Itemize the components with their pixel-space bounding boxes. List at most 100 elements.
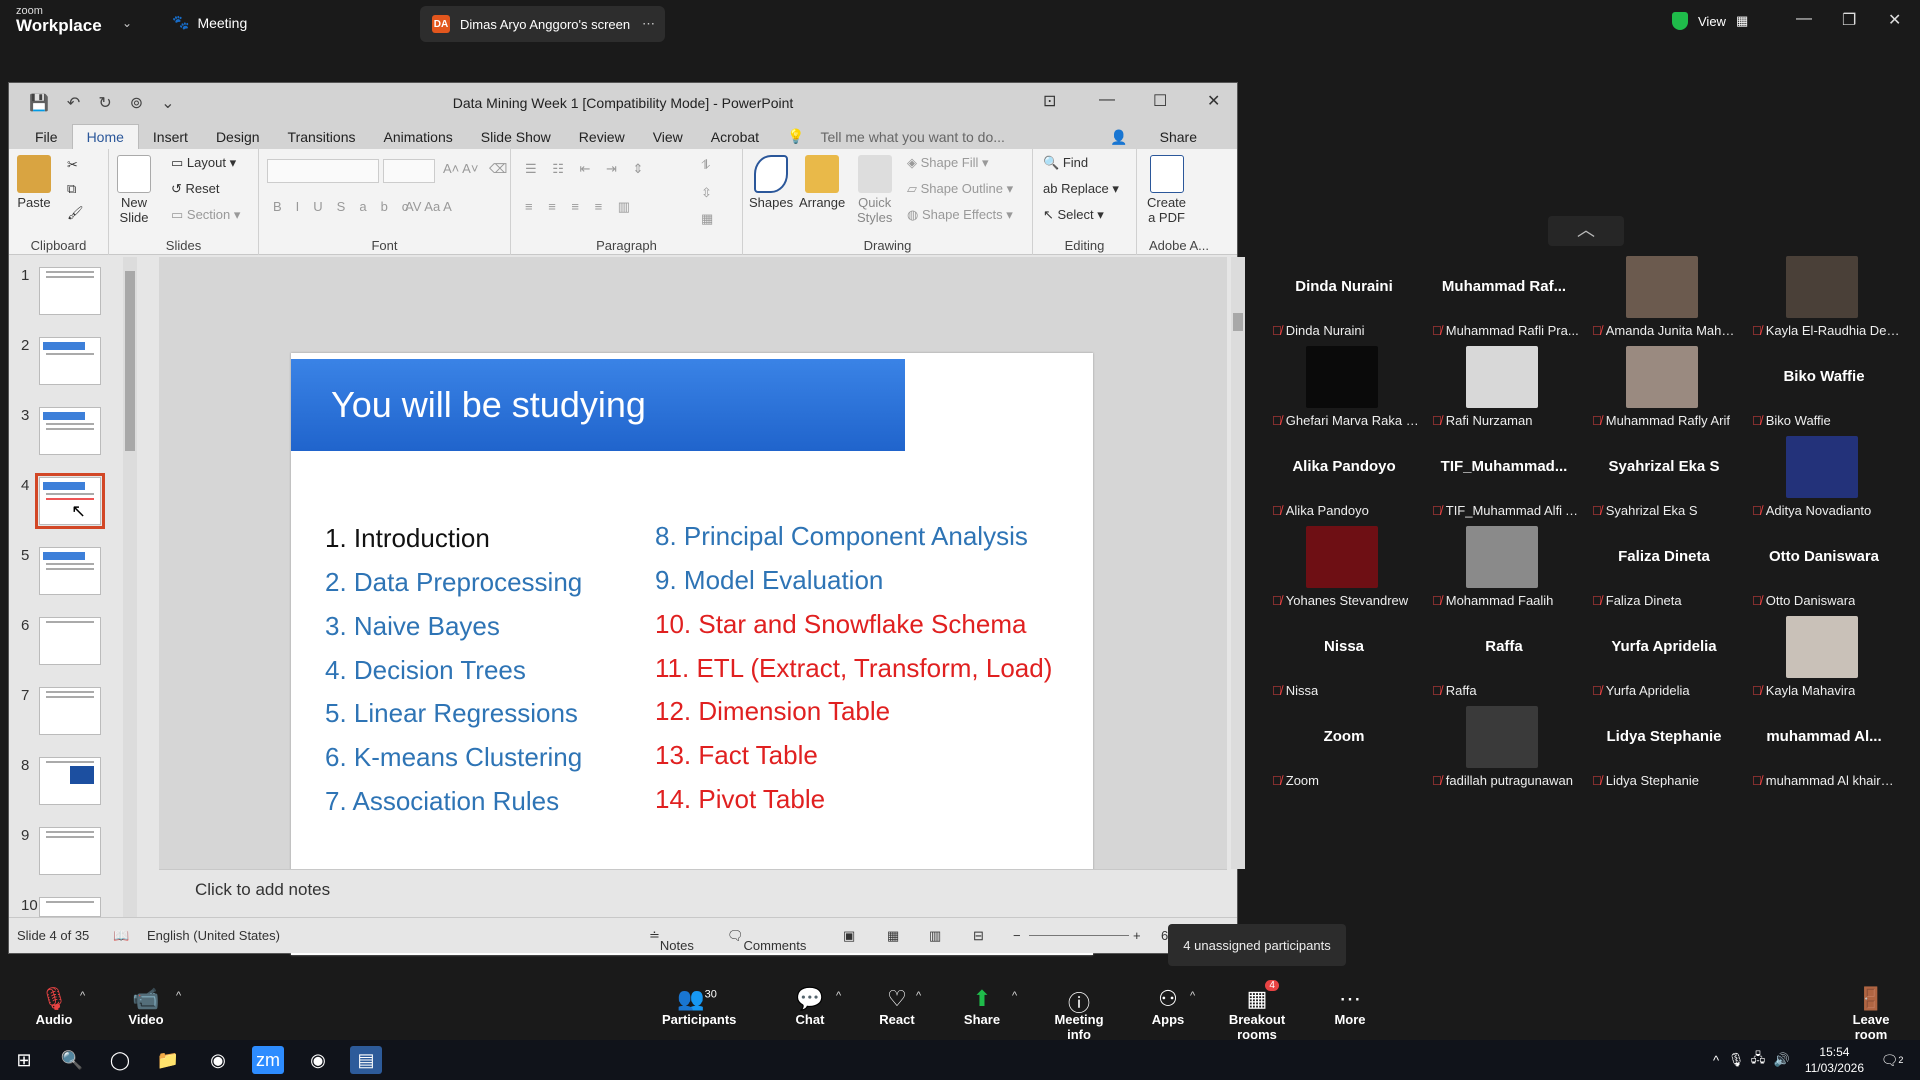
chat-button[interactable]: 💬 Chat — [790, 986, 830, 1027]
minimize-icon[interactable]: — — [1796, 10, 1812, 28]
paste-button[interactable]: Paste — [17, 155, 51, 210]
chevron-down-icon[interactable]: ⌄ — [122, 16, 132, 30]
participant-tile[interactable]: 🎙̸ Ghefari Marva Raka P... — [1266, 346, 1422, 432]
participant-tile[interactable]: 🎙̸ Mohammad Faalih — [1426, 526, 1582, 612]
audio-options-caret[interactable]: ^ — [80, 990, 85, 1002]
video-options-caret[interactable]: ^ — [176, 990, 181, 1002]
slide-thumbnail-3[interactable] — [39, 407, 101, 455]
font-family-select[interactable] — [267, 159, 379, 183]
participant-tile[interactable]: 🎙̸ Kayla Mahavira — [1746, 616, 1902, 702]
notification-center-icon[interactable]: 🗨 2 — [1876, 1046, 1908, 1074]
apps-button[interactable]: ⚇ Apps — [1150, 986, 1186, 1027]
shared-screen-tab[interactable]: DA Dimas Aryo Anggoro's screen ⋯ — [420, 6, 665, 42]
font-size-select[interactable] — [383, 159, 435, 183]
smartart-icon[interactable]: ▦ — [701, 211, 713, 227]
alignment-buttons[interactable]: ≡ ≡ ≡ ≡ ▥ — [525, 199, 636, 215]
slide-thumbnail-8[interactable] — [39, 757, 101, 805]
react-options-caret[interactable]: ^ — [916, 990, 921, 1002]
search-icon[interactable]: 🔍 — [56, 1046, 88, 1074]
zoom-out-icon[interactable]: − — [1013, 928, 1021, 943]
undo-icon[interactable]: ↶ — [67, 93, 80, 113]
replace-button[interactable]: ab Replace ▾ — [1043, 181, 1119, 197]
participant-tile[interactable]: TIF_Muhammad... 🎙̸ TIF_Muhammad Alfi A... — [1426, 436, 1582, 522]
zoom-taskbar-icon[interactable]: zm — [252, 1046, 284, 1074]
zoom-slider[interactable] — [1029, 935, 1129, 936]
windows-start-icon[interactable]: ⊞ — [8, 1046, 40, 1074]
participant-tile[interactable]: Yurfa Apridelia 🎙̸ Yurfa Apridelia — [1586, 616, 1742, 702]
clear-formatting-icon[interactable]: ⌫ — [489, 161, 507, 177]
view-menu[interactable]: View ▦ — [1672, 12, 1748, 30]
tab-file[interactable]: File — [21, 125, 72, 149]
slide-thumbnail-5[interactable] — [39, 547, 101, 595]
current-slide[interactable]: You will be studying 1. Introduction 2. … — [291, 353, 1093, 955]
grow-font-icon[interactable]: A˄ A˅ — [443, 161, 478, 176]
cut-icon[interactable]: ✂ — [67, 157, 78, 173]
participant-tile[interactable]: Alika Pandoyo 🎙̸ Alika Pandoyo — [1266, 436, 1422, 522]
participants-button[interactable]: 👥30 Participants — [662, 986, 736, 1027]
save-icon[interactable]: 💾 — [29, 93, 49, 113]
slide-thumbnail-9[interactable] — [39, 827, 101, 875]
find-button[interactable]: 🔍 Find — [1043, 155, 1088, 171]
thumbnail-scroll-thumb[interactable] — [125, 271, 135, 451]
share-screen-button[interactable]: ⬆ Share — [962, 986, 1002, 1027]
video-button[interactable]: 📹 Video — [126, 986, 166, 1027]
thumbnail-scrollbar[interactable] — [123, 257, 137, 917]
start-presentation-icon[interactable]: ⊚ — [130, 93, 143, 113]
tab-review[interactable]: Review — [565, 125, 639, 149]
slide-thumbnail-10[interactable] — [39, 897, 101, 917]
participant-tile[interactable]: 🎙̸ Amanda Junita Maha ... — [1586, 256, 1742, 342]
slide-thumbnail-1[interactable] — [39, 267, 101, 315]
tab-insert[interactable]: Insert — [139, 125, 202, 149]
slide-sorter-icon[interactable]: ▦ — [887, 928, 899, 944]
align-text-icon[interactable]: ⇳ — [701, 185, 712, 201]
slide-title-box[interactable]: You will be studying — [291, 359, 905, 451]
slide-scroll-thumb[interactable] — [1233, 313, 1243, 331]
react-button[interactable]: ♡ React — [874, 986, 920, 1027]
participant-tile[interactable]: 🎙̸ Kayla El-Raudhia De ... — [1746, 256, 1902, 342]
participant-tile[interactable]: Muhammad Raf... 🎙̸ Muhammad Rafli Pra... — [1426, 256, 1582, 342]
quick-styles-button[interactable]: Quick Styles — [857, 155, 892, 225]
slide-thumbnail-4[interactable] — [35, 473, 105, 529]
slideshow-view-icon[interactable]: ⊟ — [973, 928, 984, 944]
tab-acrobat[interactable]: Acrobat — [697, 125, 773, 149]
comments-toggle[interactable]: 🗨 Comments — [727, 928, 806, 953]
tab-design[interactable]: Design — [202, 125, 274, 149]
normal-view-icon[interactable]: ▣ — [843, 928, 855, 944]
powerpoint-taskbar-icon[interactable]: ▤ — [350, 1046, 382, 1074]
tab-transitions[interactable]: Transitions — [274, 125, 370, 149]
slide-thumbnail-7[interactable] — [39, 687, 101, 735]
participant-tile[interactable]: 🎙̸ Yohanes Stevandrew — [1266, 526, 1422, 612]
shape-effects-button[interactable]: ◍ Shape Effects ▾ — [907, 207, 1013, 223]
participant-tile[interactable]: 🎙̸ Muhammad Rafly Arif — [1586, 346, 1742, 432]
redo-icon[interactable]: ↻ — [98, 93, 111, 113]
ppt-minimize-icon[interactable]: — — [1099, 91, 1115, 109]
text-direction-icon[interactable]: ⥮ — [701, 157, 710, 173]
tab-slide-show[interactable]: Slide Show — [467, 125, 565, 149]
select-button[interactable]: ↖ Select ▾ — [1043, 207, 1104, 223]
notes-pane[interactable]: Click to add notes — [159, 869, 1227, 917]
spell-check-icon[interactable]: 📖 — [113, 928, 129, 944]
file-explorer-icon[interactable]: 📁 — [152, 1046, 184, 1074]
system-clock[interactable]: 15:54 11/03/2026 — [1805, 1044, 1864, 1076]
participant-tile[interactable]: Dinda Nuraini 🎙̸ Dinda Nuraini — [1266, 256, 1422, 342]
participant-tile[interactable]: muhammad Al... 🎙̸ muhammad Al khairul... — [1746, 706, 1902, 792]
tab-animations[interactable]: Animations — [369, 125, 466, 149]
arrange-button[interactable]: Arrange — [799, 155, 845, 210]
participant-tile[interactable]: Nissa 🎙̸ Nissa — [1266, 616, 1422, 702]
tell-me-search[interactable]: Tell me what you want to do... — [818, 125, 1018, 149]
ppt-maximize-icon[interactable]: ☐ — [1153, 91, 1167, 111]
meeting-tab[interactable]: 🐾 Meeting — [172, 14, 247, 31]
new-slide-button[interactable]: New Slide — [117, 155, 151, 225]
font-style-buttons[interactable]: BIUSabc — [273, 199, 422, 214]
participant-tile[interactable]: Syahrizal Eka S 🎙̸ Syahrizal Eka S — [1586, 436, 1742, 522]
participant-tile[interactable]: Lidya Stephanie 🎙̸ Lidya Stephanie — [1586, 706, 1742, 792]
participant-tile[interactable]: Zoom 🎙̸ Zoom — [1266, 706, 1422, 792]
leave-room-button[interactable]: 🚪 Leave room — [1838, 986, 1904, 1042]
reset-button[interactable]: ↺ Reset — [171, 181, 219, 197]
shape-fill-button[interactable]: ◈ Shape Fill ▾ — [907, 155, 989, 171]
create-pdf-button[interactable]: Create a PDF — [1147, 155, 1186, 225]
audio-button[interactable]: 🎙 Audio — [34, 986, 74, 1027]
format-painter-icon[interactable]: 🖌 — [67, 205, 84, 221]
layout-button[interactable]: ▭ Layout ▾ — [171, 155, 236, 171]
participant-tile[interactable]: Otto Daniswara 🎙̸ Otto Daniswara — [1746, 526, 1902, 612]
